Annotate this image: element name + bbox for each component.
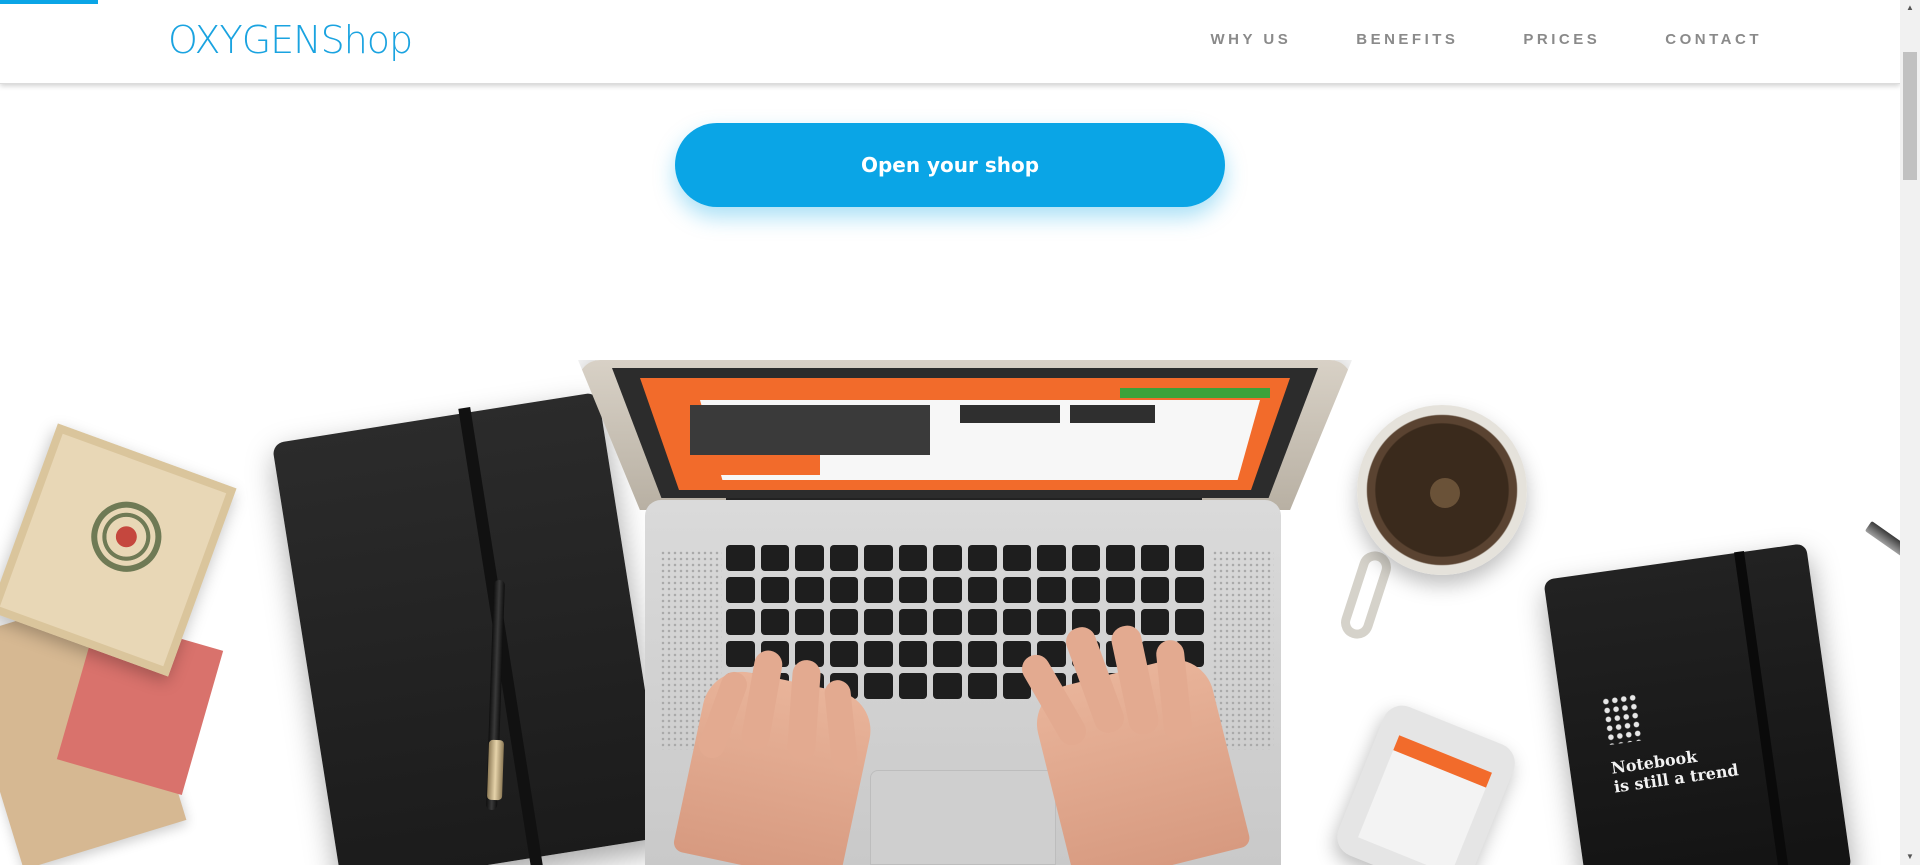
laptop-screen-thumbnail <box>1070 405 1155 423</box>
site-header: OXYGENShop WHY US BENEFITS PRICES CONTAC… <box>0 0 1900 84</box>
mug-handle <box>1336 547 1396 643</box>
scroll-down-arrow-icon[interactable]: ▼ <box>1900 849 1920 865</box>
laptop-screen-thumbnail <box>960 405 1060 423</box>
nav-link-benefits[interactable]: BENEFITS <box>1356 31 1458 48</box>
notebook-dots-logo <box>1600 692 1644 746</box>
laptop-touchpad <box>870 770 1056 865</box>
laptop-speaker-right <box>1212 550 1274 750</box>
flower-ornament <box>81 491 172 582</box>
page-scrollbar[interactable]: ▲ ▼ <box>1900 0 1920 865</box>
site-logo[interactable]: OXYGENShop <box>168 18 413 62</box>
laptop-screen-product-image <box>690 405 930 455</box>
nav-link-prices[interactable]: PRICES <box>1523 31 1600 48</box>
scrollbar-thumb[interactable] <box>1903 52 1917 180</box>
hero-image: Notebook is still a trend <box>0 250 1920 865</box>
scroll-up-arrow-icon[interactable]: ▲ <box>1900 0 1920 16</box>
nav-link-contact[interactable]: CONTACT <box>1665 31 1762 48</box>
laptop-screen-price-bar <box>690 455 820 475</box>
nav-link-why-us[interactable]: WHY US <box>1211 31 1292 48</box>
pen-grip-illustration <box>486 739 505 801</box>
main-nav: WHY US BENEFITS PRICES CONTACT <box>1211 31 1763 48</box>
coffee-foam <box>1430 478 1460 508</box>
header-accent-bar <box>0 0 98 4</box>
page: OXYGENShop WHY US BENEFITS PRICES CONTAC… <box>0 0 1920 865</box>
black-notebook-right <box>1543 543 1852 865</box>
laptop-screen-buy-button <box>1120 388 1270 398</box>
open-shop-button[interactable]: Open your shop <box>675 123 1225 207</box>
